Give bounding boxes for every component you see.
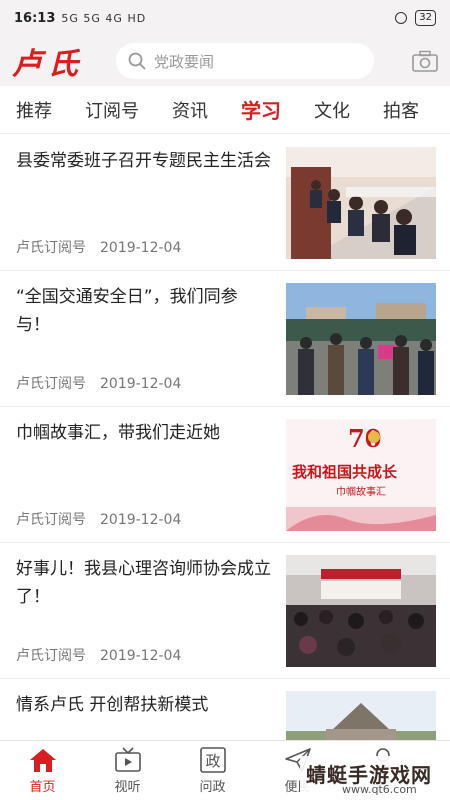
poster-image: 70 我和祖国共成长 巾帼故事汇: [286, 419, 436, 531]
article-title: 情系卢氏 开创帮扶新模式: [16, 695, 209, 715]
article-meta: 卢氏订阅号 2019-12-04: [16, 373, 181, 393]
nav-label: 首页: [29, 780, 56, 795]
article-feed: 县委常委班子召开专题民主生活会 卢氏订阅号 2019-12-04 “全国交通安全日…: [0, 135, 450, 740]
tab-zixun[interactable]: 资讯: [172, 97, 208, 123]
nav-wenzheng[interactable]: 政 问政: [170, 741, 255, 800]
article-date: 2019-12-04: [100, 240, 182, 256]
camera-icon[interactable]: [412, 50, 438, 72]
signal-icon: 5G 5G 4G HD: [61, 11, 147, 25]
search-input[interactable]: 党政要闻: [116, 43, 374, 79]
site-watermark: 蜻蜓手游戏网 www.qt6.com: [300, 756, 450, 800]
tab-paike[interactable]: 拍客: [383, 97, 419, 123]
home-icon: [29, 749, 56, 772]
app-logo: 卢氏: [12, 47, 84, 82]
article-title: 县委常委班子召开专题民主生活会: [16, 151, 271, 171]
tab-dingyuehao[interactable]: 订阅号: [85, 97, 139, 123]
article-date: 2019-12-04: [100, 648, 182, 664]
article-item[interactable]: “全国交通安全日”，我们同参与！ 卢氏订阅号 2019-12-04: [0, 271, 450, 407]
category-tabs: 推荐 订阅号 资讯 学习 文化 拍客 经济: [0, 86, 450, 134]
tab-wenhua[interactable]: 文化: [314, 97, 350, 123]
article-title: 好事儿！我县心理咨询师协会成立了！: [16, 559, 271, 607]
article-item[interactable]: 巾帼故事汇，带我们走近她 卢氏订阅号 2019-12-04 70 我和祖国共成长 …: [0, 407, 450, 543]
article-source: 卢氏订阅号: [16, 240, 86, 256]
article-source: 卢氏订阅号: [16, 512, 86, 528]
nav-label: 视听: [114, 780, 141, 795]
article-meta: 卢氏订阅号 2019-12-04: [16, 237, 181, 257]
lock-icon: [395, 12, 408, 24]
tab-tuijian[interactable]: 推荐: [16, 97, 52, 123]
article-title: 巾帼故事汇，带我们走近她: [16, 423, 220, 443]
article-date: 2019-12-04: [100, 376, 182, 392]
article-item[interactable]: 县委常委班子召开专题民主生活会 卢氏订阅号 2019-12-04: [0, 135, 450, 271]
article-title: “全国交通安全日”，我们同参与！: [16, 287, 238, 335]
nav-media[interactable]: 视听: [85, 741, 170, 800]
meeting-photo: [286, 147, 436, 259]
wenzheng-icon: 政: [199, 747, 226, 773]
nav-label: 问政: [199, 780, 226, 795]
article-source: 卢氏订阅号: [16, 376, 86, 392]
battery-icon: 32: [415, 10, 436, 26]
app-header: 卢氏 党政要闻: [0, 36, 450, 86]
search-placeholder: 党政要闻: [154, 52, 215, 71]
article-meta: 卢氏订阅号 2019-12-04: [16, 645, 181, 665]
building-photo: [286, 691, 436, 740]
nav-home[interactable]: 首页: [0, 741, 85, 800]
article-item[interactable]: 情系卢氏 开创帮扶新模式: [0, 679, 450, 740]
wenzheng-glyph: 政: [205, 752, 220, 770]
watermark-url: www.qt6.com: [342, 783, 417, 796]
poster-headline: 我和祖国共成长: [292, 463, 398, 481]
article-date: 2019-12-04: [100, 512, 182, 528]
status-bar: 16:13 5G 5G 4G HD 32: [0, 0, 450, 36]
poster-subline: 巾帼故事汇: [336, 485, 386, 498]
auditorium-photo: [286, 555, 436, 667]
search-icon: [128, 52, 146, 70]
traffic-event-photo: [286, 283, 436, 395]
article-meta: 卢氏订阅号 2019-12-04: [16, 509, 181, 529]
status-time: 16:13: [14, 10, 56, 26]
tab-xuexi[interactable]: 学习: [241, 95, 281, 124]
article-item[interactable]: 好事儿！我县心理咨询师协会成立了！ 卢氏订阅号 2019-12-04: [0, 543, 450, 679]
article-source: 卢氏订阅号: [16, 648, 86, 664]
tv-icon: [114, 747, 141, 772]
